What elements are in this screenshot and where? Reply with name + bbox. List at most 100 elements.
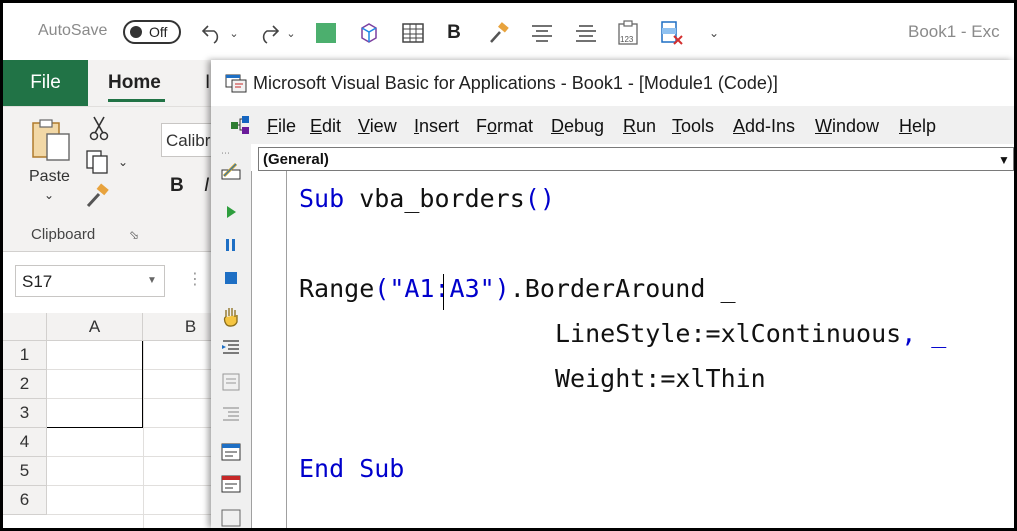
tab-insert-partial[interactable]: I [205, 72, 210, 94]
row-header-2[interactable]: 2 [3, 370, 47, 399]
menu-add-ins[interactable]: Add-Ins [733, 116, 795, 137]
align-justify-icon[interactable] [574, 19, 598, 47]
code-line-sub[interactable]: Sub vba_borders() [299, 184, 555, 213]
object-combo-dropdown-icon[interactable]: ▼ [998, 153, 1010, 167]
object-browser-icon[interactable] [220, 441, 242, 463]
clipboard-launcher-icon[interactable]: ⬂ [129, 228, 139, 242]
menu-window[interactable]: Window [815, 116, 879, 137]
vba-title-text: Microsoft Visual Basic for Applications … [253, 73, 778, 93]
menu-file[interactable]: File [267, 116, 296, 137]
vba-app-icon [225, 72, 247, 94]
code-margin-indicator-bar[interactable] [251, 171, 287, 528]
format-painter-qat-icon[interactable] [486, 19, 512, 47]
toolbox-icon[interactable] [220, 505, 242, 527]
line-continuation: , _ [901, 319, 947, 348]
quick-access-toolbar: AutoSave Off ⌄ ⌄ B 123 ⌄ Book1 - Exc [3, 3, 1014, 60]
fill-color-icon[interactable] [314, 19, 338, 47]
grid-line [47, 456, 223, 457]
bold-button[interactable]: B [170, 175, 184, 197]
menu-tools[interactable]: Tools [672, 116, 714, 137]
break-icon[interactable] [220, 234, 242, 256]
autosave-toggle[interactable]: Off [123, 20, 181, 44]
menu-add-ins-accel: A [733, 116, 746, 136]
cut-icon[interactable] [88, 115, 110, 146]
menu-debug-accel: D [551, 116, 564, 136]
outdent-icon[interactable] [220, 371, 242, 393]
code-line-range[interactable]: Range("A1:A3").BorderAround _ [299, 274, 736, 303]
menu-debug[interactable]: Debug [551, 116, 604, 137]
grid-line [47, 514, 223, 515]
autosave-label: AutoSave [38, 22, 108, 39]
undo-dropdown-icon[interactable]: ⌄ [228, 19, 240, 47]
name-box-dropdown-icon[interactable]: ▼ [147, 275, 157, 286]
hand-icon[interactable] [220, 305, 242, 327]
properties-icon[interactable] [220, 473, 242, 495]
formula-bar-grip: ⋮ [187, 271, 204, 288]
copy-icon[interactable] [85, 149, 111, 180]
menu-format-pre: F [476, 116, 487, 136]
customize-qat-icon[interactable]: ⌄ [706, 19, 722, 47]
italic-button[interactable]: I [204, 175, 209, 197]
select-all-corner[interactable] [3, 313, 47, 341]
align-center-icon[interactable] [530, 19, 554, 47]
menu-format[interactable]: Format [476, 116, 533, 137]
range-object: Range [299, 274, 375, 303]
table-icon[interactable] [400, 19, 426, 47]
menu-window-rest: indow [832, 116, 880, 136]
paste-icon[interactable] [30, 118, 72, 162]
tab-home[interactable]: Home [108, 72, 161, 94]
number-format-icon[interactable]: 123 [615, 19, 641, 47]
vba-title-bar: Microsoft Visual Basic for Applications … [211, 60, 1014, 106]
redo-dropdown-icon[interactable]: ⌄ [285, 19, 297, 47]
range-argument: ("A1:A3") [374, 274, 510, 303]
paste-dropdown-icon[interactable]: ⌄ [44, 188, 54, 202]
name-box[interactable]: S17 [15, 265, 165, 297]
menu-debug-rest: ebug [564, 116, 605, 136]
comment-block-icon[interactable] [220, 403, 242, 425]
menu-run[interactable]: Run [623, 116, 656, 137]
screen: AutoSave Off ⌄ ⌄ B 123 ⌄ Book1 - Exc Fil… [3, 3, 1014, 528]
indent-icon[interactable] [220, 337, 242, 359]
row-header-6[interactable]: 6 [3, 486, 47, 515]
menu-view[interactable]: View [358, 116, 397, 137]
sub-parens: () [524, 184, 555, 213]
menu-window-accel: W [815, 116, 832, 136]
menu-file-accel: F [267, 116, 278, 136]
row-header-3[interactable]: 3 [3, 399, 47, 428]
object-combo[interactable]: (General) [258, 147, 1014, 171]
format-painter-icon[interactable] [85, 183, 111, 214]
code-line-end-sub[interactable]: End Sub [299, 454, 404, 483]
menu-view-accel: V [358, 116, 370, 136]
code-line-linestyle[interactable]: LineStyle:=xlContinuous, _ [555, 319, 946, 348]
vba-project-icon[interactable] [228, 112, 254, 138]
menu-run-rest: un [636, 116, 657, 136]
column-header-a[interactable]: A [47, 313, 143, 341]
tab-home-underline [108, 99, 165, 102]
reset-icon[interactable] [220, 267, 242, 289]
toggle-state: Off [149, 24, 168, 40]
menu-view-rest: iew [369, 116, 397, 136]
code-line-weight[interactable]: Weight:=xlThin [555, 364, 766, 393]
menu-edit-accel: E [310, 116, 323, 136]
undo-icon[interactable] [199, 19, 225, 47]
menu-format-rest: rmat [497, 116, 534, 136]
window-title: Book1 - Exc [908, 22, 1000, 41]
menu-format-accel: o [487, 116, 498, 136]
row-header-5[interactable]: 5 [3, 457, 47, 486]
redo-icon[interactable] [256, 19, 282, 47]
menu-help[interactable]: Help [899, 116, 936, 137]
row-header-4[interactable]: 4 [3, 428, 47, 457]
menu-edit[interactable]: Edit [310, 116, 341, 137]
row-header-1[interactable]: 1 [3, 341, 47, 370]
menu-insert[interactable]: Insert [414, 116, 459, 137]
clipboard-group-label: Clipboard [31, 226, 96, 243]
3d-shapes-icon[interactable] [356, 19, 382, 47]
copy-dropdown-icon[interactable]: ⌄ [118, 155, 128, 169]
delete-column-icon[interactable] [659, 19, 685, 47]
run-icon[interactable] [220, 201, 242, 223]
paste-label[interactable]: Paste [29, 168, 70, 186]
bold-qat-icon[interactable]: B [443, 19, 465, 47]
toolbar-grip: ⋯ [221, 148, 231, 158]
tab-file[interactable]: File [3, 60, 88, 106]
view-excel-icon[interactable] [220, 160, 242, 182]
